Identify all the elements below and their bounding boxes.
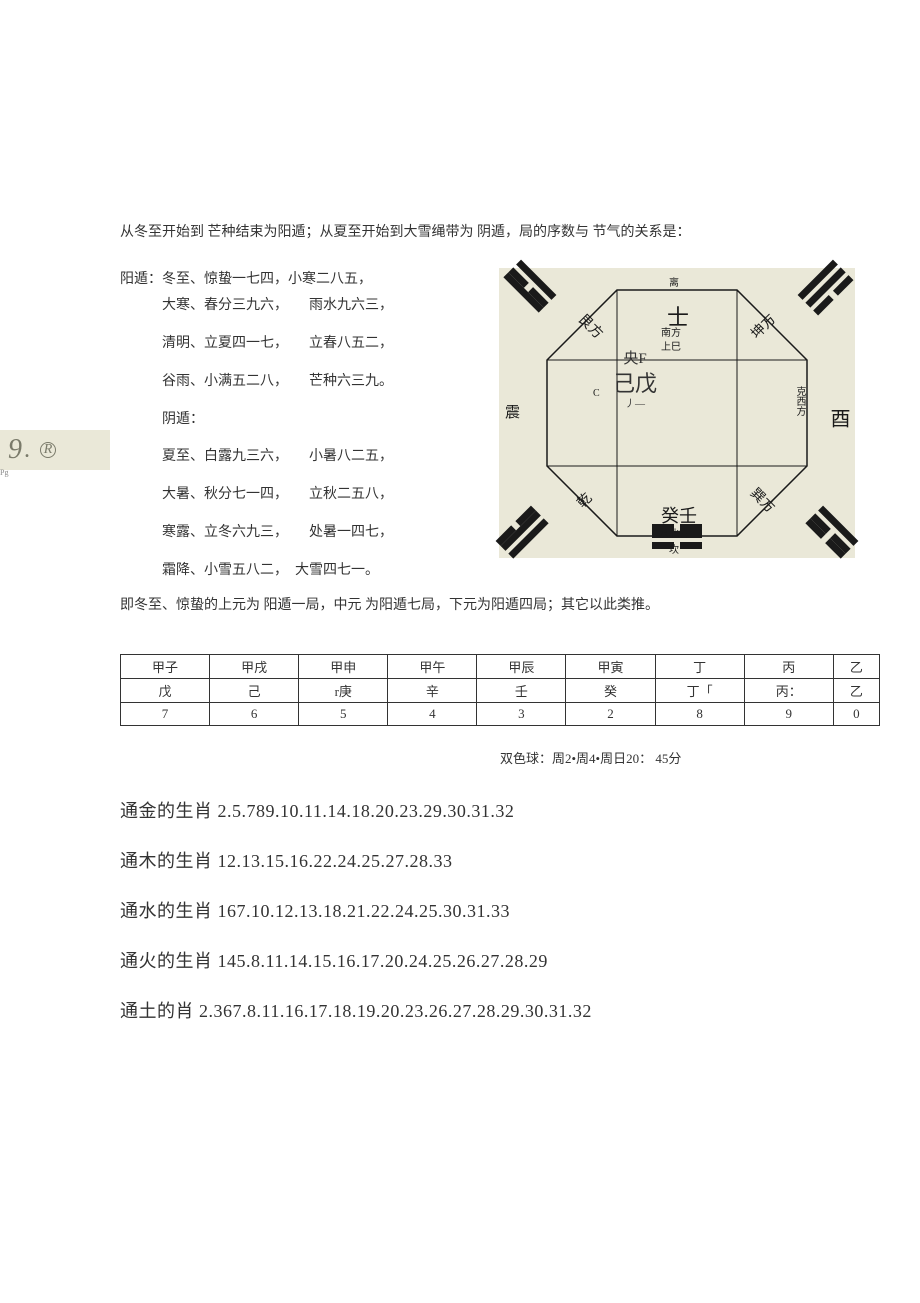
- zodiac-nums: 2.367.8.11.16.17.18.19.20.23.26.27.28.29…: [199, 1001, 592, 1021]
- zodiac-nums: 2.5.789.10.11.14.18.20.23.29.30.31.32: [218, 801, 515, 821]
- yang-line-2: 大寒、春分三九六， 雨水九六三，: [120, 294, 500, 318]
- document-content: 从冬至开始到 芒种结束为阳遁；从夏至开始到大雪绳带为 阴遁，局的序数与 节气的关…: [120, 222, 890, 1047]
- cell: 己: [210, 679, 299, 703]
- cell: 辛: [388, 679, 477, 703]
- cell: 丁「: [655, 679, 744, 703]
- bagua-diagram: 离 士 南方 上巳 酉 克西方 癸壬 水北方 坎 震 C 央F 己戊 丿— 艮方…: [499, 268, 855, 558]
- cell: 甲午: [388, 655, 477, 679]
- table-row: 7 6 5 4 3 2 8 9 0: [121, 703, 880, 726]
- cell: 5: [299, 703, 388, 726]
- cell: 丙: [744, 655, 833, 679]
- registered-icon: R: [40, 442, 56, 458]
- bagua-top-small: 南方: [661, 324, 681, 339]
- zodiac-nums: 167.10.12.13.18.21.22.24.25.30.31.33: [218, 901, 511, 921]
- zodiac-metal: 通金的生肖 2.5.789.10.11.14.18.20.23.29.30.31…: [120, 797, 890, 823]
- cell: 甲子: [121, 655, 210, 679]
- cell: 8: [655, 703, 744, 726]
- page-number: 9: [8, 434, 22, 466]
- cell: 甲辰: [477, 655, 566, 679]
- cell: 2: [566, 703, 655, 726]
- yin-line-4: 霜降、小雪五八二， 大雪四七一。: [120, 559, 379, 583]
- cell: 6: [210, 703, 299, 726]
- yang-text-0: 冬至、惊蛰一七四，小寒二八五，: [162, 272, 372, 287]
- zodiac-label: 通土的肖: [120, 1001, 194, 1021]
- bagua-bottom-small: 水北方: [659, 525, 689, 540]
- cell: 乙: [833, 679, 879, 703]
- summary-paragraph: 即冬至、惊蛰的上元为 阳遁一局，中元 为阳遁七局，下元为阳遁四局；其它以此类推。: [120, 594, 890, 614]
- yin-line-3: 寒露、立冬六九三， 处暑一四七，: [120, 521, 393, 545]
- cell: 癸: [566, 679, 655, 703]
- lottery-note: 双色球：周2•周4•周日20： 45分: [500, 748, 890, 767]
- yang-label: 阳遁：: [120, 272, 162, 287]
- cell: 乙: [833, 655, 879, 679]
- table-row: 甲子 甲戌 甲申 甲午 甲辰 甲寅 丁 丙 乙: [121, 655, 880, 679]
- zodiac-fire: 通火的生肖 145.8.11.14.15.16.17.20.24.25.26.2…: [120, 947, 890, 973]
- cell: 甲戌: [210, 655, 299, 679]
- zodiac-earth: 通土的肖 2.367.8.11.16.17.18.19.20.23.26.27.…: [120, 997, 890, 1023]
- cell: r庚: [299, 679, 388, 703]
- pg-label: Pg: [0, 468, 8, 477]
- cell: 7: [121, 703, 210, 726]
- cell: 0: [833, 703, 879, 726]
- bagua-top-outer: 离: [669, 274, 679, 289]
- bagua-center-main: 己戊: [589, 370, 681, 399]
- cell: 甲寅: [566, 655, 655, 679]
- zodiac-label: 通火的生肖: [120, 951, 213, 971]
- page-number-dot: .: [24, 437, 30, 464]
- cell: 3: [477, 703, 566, 726]
- bagua-center-top: 央F: [589, 350, 681, 370]
- table-row: 戊 己 r庚 辛 壬 癸 丁「 丙： 乙: [121, 679, 880, 703]
- bagua-center: 央F 己戊 丿—: [589, 350, 681, 440]
- zodiac-water: 通水的生肖 167.10.12.13.18.21.22.24.25.30.31.…: [120, 897, 890, 923]
- cell: 戊: [121, 679, 210, 703]
- zodiac-label: 通木的生肖: [120, 851, 213, 871]
- bagua-bottom-outer: 坎: [669, 541, 679, 556]
- yin-line-2: 大暑、秋分七一四， 立秋二五八，: [120, 483, 393, 507]
- stems-table: 甲子 甲戌 甲申 甲午 甲辰 甲寅 丁 丙 乙 戊 己 r庚 辛 壬 癸 丁「 …: [120, 654, 880, 726]
- yang-line-4: 谷雨、小满五二八， 芒种六三九。: [120, 370, 393, 394]
- cell: 9: [744, 703, 833, 726]
- zodiac-nums: 12.13.15.16.22.24.25.27.28.33: [218, 851, 453, 871]
- yang-line-3: 清明、立夏四一七， 立春八五二，: [120, 332, 393, 356]
- cell: 丁: [655, 655, 744, 679]
- verse-block: 阳遁：冬至、惊蛰一七四，小寒二八五， 大寒、春分三九六， 雨水九六三， 清明、立…: [120, 268, 500, 582]
- bagua-right-small: 克西方: [792, 386, 807, 416]
- verse-and-diagram: 阳遁：冬至、惊蛰一七四，小寒二八五， 大寒、春分三九六， 雨水九六三， 清明、立…: [120, 268, 890, 588]
- bagua-left-outer: 震: [501, 404, 522, 419]
- yin-line-1: 夏至、白露九三六， 小暑八二五，: [120, 445, 393, 469]
- zodiac-nums: 145.8.11.14.15.16.17.20.24.25.26.27.28.2…: [218, 951, 548, 971]
- zodiac-label: 通水的生肖: [120, 901, 213, 921]
- cell: 壬: [477, 679, 566, 703]
- cell: 丙：: [744, 679, 833, 703]
- intro-paragraph: 从冬至开始到 芒种结束为阳遁；从夏至开始到大雪绳带为 阴遁，局的序数与 节气的关…: [120, 222, 890, 244]
- bagua-right-outer: 酉: [824, 408, 853, 428]
- yang-line-1: 阳遁：冬至、惊蛰一七四，小寒二八五，: [120, 268, 500, 292]
- bagua-center-bottom: 丿—: [589, 398, 681, 411]
- zodiac-label: 通金的生肖: [120, 801, 213, 821]
- cell: 4: [388, 703, 477, 726]
- yin-label: 阴遁：: [120, 408, 204, 432]
- cell: 甲申: [299, 655, 388, 679]
- page-number-badge: 9 . R: [0, 430, 110, 470]
- zodiac-wood: 通木的生肖 12.13.15.16.22.24.25.27.28.33: [120, 847, 890, 873]
